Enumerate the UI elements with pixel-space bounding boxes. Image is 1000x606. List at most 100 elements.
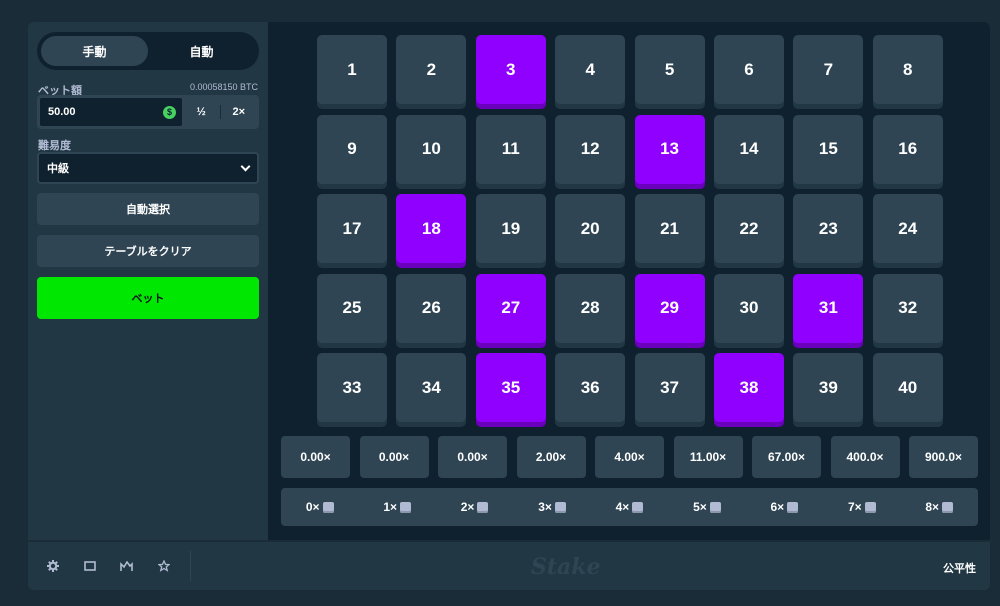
- hit-count: 3×: [538, 500, 566, 514]
- hit-count: 7×: [848, 500, 876, 514]
- tile-grid: 1 2 3 4 5 6 7 8 9 10 11 12 13 14 15 16 17 18 19 20 21 22 23 24 2…: [317, 35, 943, 430]
- gem-icon: [400, 501, 411, 513]
- gem-icon: [709, 501, 721, 513]
- keno-tile-27[interactable]: 27: [475, 273, 546, 343]
- keno-tile-20[interactable]: 20: [555, 194, 626, 263]
- keno-tile-34[interactable]: 34: [396, 353, 467, 422]
- hit-count: 5×: [693, 500, 721, 514]
- keno-tile-28[interactable]: 28: [555, 273, 626, 343]
- bet-amount-control: 50.00 $ ½ 2×: [37, 95, 259, 129]
- keno-tile-36[interactable]: 36: [555, 353, 626, 422]
- hit-count: 0×: [306, 500, 334, 514]
- payout-multiplier: 0.00×: [359, 436, 429, 478]
- keno-tile-33[interactable]: 33: [317, 353, 387, 422]
- keno-tile-32[interactable]: 32: [872, 273, 943, 343]
- hit-count: 2×: [461, 500, 489, 514]
- keno-tile-23[interactable]: 23: [793, 194, 864, 263]
- keno-tile-22[interactable]: 22: [713, 194, 784, 263]
- keno-board: 1 2 3 4 5 6 7 8 9 10 11 12 13 14 15 16 17 18 19 20 21 22 23 24 2…: [268, 22, 990, 540]
- difficulty-label: 難易度: [38, 140, 71, 152]
- clear-table-button[interactable]: テーブルをクリア: [37, 235, 259, 267]
- keno-tile-6[interactable]: 6: [713, 35, 784, 104]
- keno-tile-19[interactable]: 19: [475, 194, 546, 263]
- payout-multiplier: 0.00×: [281, 436, 350, 478]
- payout-multiplier: 11.00×: [673, 436, 743, 478]
- gem-icon: [477, 501, 489, 513]
- star-icon[interactable]: [145, 541, 182, 590]
- keno-tile-2[interactable]: 2: [396, 35, 467, 104]
- payout-multiplier: 67.00×: [752, 436, 821, 478]
- keno-tile-31[interactable]: 31: [793, 273, 864, 343]
- half-bet-button[interactable]: ½: [183, 97, 220, 127]
- keno-tile-25[interactable]: 25: [317, 273, 387, 343]
- tab-auto[interactable]: 自動: [148, 36, 255, 66]
- payout-multiplier: 400.0×: [830, 436, 900, 478]
- bet-amount-value: 50.00: [48, 106, 76, 118]
- payout-multiplier: 0.00×: [438, 436, 507, 478]
- hit-count: 6×: [771, 500, 799, 514]
- keno-tile-21[interactable]: 21: [634, 194, 705, 263]
- keno-tile-15[interactable]: 15: [793, 114, 864, 184]
- keno-tile-24[interactable]: 24: [872, 194, 943, 263]
- hit-count: 4×: [616, 500, 644, 514]
- keno-tile-39[interactable]: 39: [793, 353, 864, 422]
- payout-multiplier: 4.00×: [595, 436, 664, 478]
- keno-tile-13[interactable]: 13: [634, 114, 705, 184]
- keno-tile-10[interactable]: 10: [396, 114, 467, 184]
- keno-tile-8[interactable]: 8: [872, 35, 943, 104]
- keno-tile-17[interactable]: 17: [317, 194, 387, 263]
- game-frame: 手動 自動 ベット額 0.00058150 BTC 50.00 $ ½ 2× 難…: [28, 22, 990, 590]
- keno-tile-1[interactable]: 1: [317, 35, 387, 104]
- stake-logo: Stake: [531, 554, 601, 580]
- double-bet-button[interactable]: 2×: [221, 97, 258, 127]
- hit-count-label: 5×: [693, 500, 707, 514]
- hit-count-label: 7×: [847, 500, 862, 514]
- gear-icon[interactable]: [34, 541, 71, 590]
- multiplier-row: 0.00× 0.00× 0.00× 2.00× 4.00× 11.00× 67.00× 400…: [281, 436, 978, 478]
- payout-multiplier: 2.00×: [516, 436, 586, 478]
- dollar-coin-icon: $: [163, 105, 176, 119]
- gem-icon: [942, 501, 954, 513]
- chevron-down-icon: [240, 161, 251, 171]
- hit-count: 1×: [383, 500, 411, 514]
- keno-tile-14[interactable]: 14: [713, 114, 784, 184]
- keno-tile-11[interactable]: 11: [475, 114, 546, 184]
- keno-tile-7[interactable]: 7: [793, 35, 864, 104]
- bet-button[interactable]: ベット: [37, 277, 259, 319]
- gem-icon: [554, 501, 566, 513]
- keno-tile-38[interactable]: 38: [713, 353, 784, 422]
- difficulty-label-row: 難易度: [38, 137, 258, 153]
- stats-chart-icon[interactable]: [108, 541, 145, 590]
- keno-tile-30[interactable]: 30: [713, 273, 784, 343]
- keno-tile-40[interactable]: 40: [872, 353, 943, 422]
- keno-tile-26[interactable]: 26: [396, 273, 467, 343]
- bet-amount-input[interactable]: 50.00 $: [39, 97, 183, 127]
- payout-multiplier: 900.0×: [909, 436, 978, 478]
- keno-tile-4[interactable]: 4: [555, 35, 626, 104]
- keno-tile-37[interactable]: 37: [634, 353, 705, 422]
- keno-tile-12[interactable]: 12: [555, 114, 626, 184]
- hit-count-label: 8×: [925, 500, 940, 514]
- hit-count-label: 6×: [770, 500, 785, 514]
- hit-count: 8×: [925, 500, 954, 514]
- hit-count-label: 4×: [615, 500, 630, 514]
- footer: Stake 公平性: [28, 540, 990, 590]
- keno-tile-5[interactable]: 5: [634, 35, 705, 104]
- gem-icon: [787, 501, 799, 513]
- keno-tile-9[interactable]: 9: [317, 114, 387, 184]
- theatre-mode-icon[interactable]: [71, 541, 108, 590]
- mode-toggle: 手動 自動: [37, 32, 259, 70]
- auto-pick-button[interactable]: 自動選択: [37, 193, 259, 225]
- hit-count-label: 1×: [383, 500, 397, 514]
- keno-tile-29[interactable]: 29: [634, 273, 705, 343]
- difficulty-select[interactable]: 中級: [37, 152, 259, 184]
- gem-icon: [864, 501, 876, 513]
- tab-manual[interactable]: 手動: [41, 36, 148, 66]
- difficulty-value: 中級: [47, 163, 69, 175]
- keno-tile-3[interactable]: 3: [475, 35, 546, 104]
- keno-tile-18[interactable]: 18: [396, 194, 467, 263]
- fairness-link[interactable]: 公平性: [943, 560, 976, 576]
- hit-count-label: 0×: [305, 500, 320, 514]
- keno-tile-16[interactable]: 16: [872, 114, 943, 184]
- keno-tile-35[interactable]: 35: [475, 353, 546, 422]
